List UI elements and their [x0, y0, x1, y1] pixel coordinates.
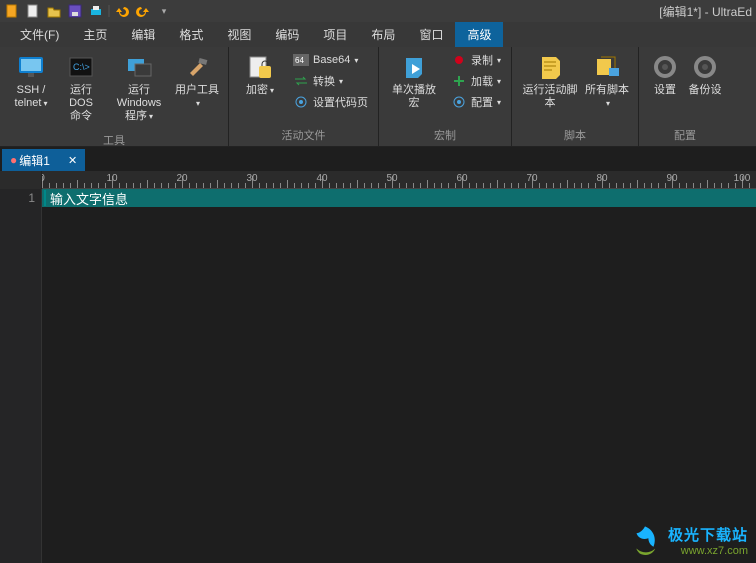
- scroll-run-icon: [536, 53, 564, 81]
- menu-home[interactable]: 主页: [71, 22, 119, 47]
- ribbon-group-tools: SSH / telnet C:\> 运行 DOS 命令 运行 Windows 程…: [0, 47, 229, 146]
- base64-icon: 64: [293, 52, 309, 68]
- qat-dropdown-icon[interactable]: ▾: [155, 2, 173, 20]
- close-tab-icon[interactable]: ✕: [68, 154, 77, 167]
- new-doc-icon[interactable]: [24, 2, 42, 20]
- menu-edit[interactable]: 编辑: [119, 22, 167, 47]
- configure-button[interactable]: 配置▾: [447, 92, 505, 112]
- group-title-tools: 工具: [0, 130, 228, 151]
- ruler-row: 0102030405060708090100110: [0, 171, 756, 189]
- menu-layout[interactable]: 布局: [359, 22, 407, 47]
- gear-icon: [293, 94, 309, 110]
- undo-icon[interactable]: [113, 2, 131, 20]
- scroll-play-icon: [400, 53, 428, 81]
- title-bar: ▾ [编辑1*] - UltraEd: [0, 0, 756, 22]
- document-tab[interactable]: ●编辑1 ✕: [2, 149, 85, 171]
- scroll-all-icon: [593, 53, 621, 81]
- group-title-config: 配置: [639, 125, 731, 146]
- plus-icon: [451, 73, 467, 89]
- svg-text:64: 64: [295, 56, 304, 65]
- cmd-icon: C:\>: [67, 53, 95, 81]
- menu-encoding[interactable]: 编码: [263, 22, 311, 47]
- redo-icon[interactable]: [134, 2, 152, 20]
- divider: [108, 2, 110, 20]
- ruler: 0102030405060708090100110: [42, 171, 756, 189]
- backup-settings-button[interactable]: 备份设: [685, 50, 725, 100]
- ruler-label: 40: [316, 173, 327, 184]
- ruler-label: 10: [106, 173, 117, 184]
- modified-dot-icon: ●: [10, 153, 17, 167]
- ruler-label: 80: [596, 173, 607, 184]
- group-title-activefile: 活动文件: [229, 125, 378, 146]
- user-tools-button[interactable]: 用户工具: [172, 50, 222, 113]
- ruler-label: 90: [666, 173, 677, 184]
- gear2-icon: [451, 94, 467, 110]
- run-windows-button[interactable]: 运行 Windows 程序: [106, 50, 172, 127]
- group-title-script: 脚本: [512, 125, 638, 146]
- play-macro-button[interactable]: 单次播放宏: [385, 50, 443, 113]
- open-folder-icon[interactable]: [45, 2, 63, 20]
- lock-icon: [246, 53, 274, 81]
- group-title-macro: 宏制: [379, 125, 511, 146]
- editor[interactable]: 输入文字信息: [42, 189, 756, 563]
- svg-text:C:\>: C:\>: [73, 62, 90, 72]
- windows-run-icon: [125, 53, 153, 81]
- ribbon-group-activefile: 加密 64Base64▾ 转换▾ 设置代码页 活动文件: [229, 47, 379, 146]
- ruler-label: 70: [526, 173, 537, 184]
- codepage-button[interactable]: 设置代码页: [289, 92, 372, 112]
- gutter-spacer: [0, 171, 42, 189]
- base64-button[interactable]: 64Base64▾: [289, 50, 372, 70]
- document-tab-row: ●编辑1 ✕: [0, 147, 756, 171]
- gear-big2-icon: [691, 53, 719, 81]
- cursor: [44, 190, 46, 206]
- save-icon[interactable]: [66, 2, 84, 20]
- menu-advanced[interactable]: 高级: [455, 22, 503, 47]
- run-dos-button[interactable]: C:\> 运行 DOS 命令: [56, 50, 106, 127]
- quick-access-toolbar: ▾: [0, 2, 173, 20]
- ribbon-group-script: 运行活动脚本 所有脚本 脚本: [512, 47, 639, 146]
- ruler-label: 30: [246, 173, 257, 184]
- ruler-label: 100: [734, 173, 751, 184]
- line-gutter: 1: [0, 189, 42, 563]
- ribbon-group-config: 设置 备份设 配置: [639, 47, 731, 146]
- record-button[interactable]: 录制▾: [447, 50, 505, 70]
- all-scripts-button[interactable]: 所有脚本: [582, 50, 632, 113]
- ssh-telnet-button[interactable]: SSH / telnet: [6, 50, 56, 113]
- monitor-icon: [17, 53, 45, 81]
- file-icon[interactable]: [3, 2, 21, 20]
- menu-file[interactable]: 文件(F): [8, 22, 71, 47]
- watermark-logo-icon: [628, 523, 662, 557]
- ruler-label: 0: [42, 173, 45, 184]
- window-title: [编辑1*] - UltraEd: [659, 3, 756, 20]
- ruler-label: 20: [176, 173, 187, 184]
- editor-text: 输入文字信息: [50, 189, 128, 208]
- gear-big-icon: [651, 53, 679, 81]
- editor-area: 1 输入文字信息: [0, 189, 756, 563]
- menu-project[interactable]: 项目: [311, 22, 359, 47]
- menu-format[interactable]: 格式: [167, 22, 215, 47]
- convert-icon: [293, 73, 309, 89]
- menu-bar: 文件(F) 主页 编辑 格式 视图 编码 项目 布局 窗口 高级: [0, 22, 756, 47]
- menu-window[interactable]: 窗口: [407, 22, 455, 47]
- hammer-icon: [183, 53, 211, 81]
- current-line: 输入文字信息: [42, 189, 756, 207]
- menu-view[interactable]: 视图: [215, 22, 263, 47]
- watermark: 极光下载站 www.xz7.com: [628, 523, 748, 557]
- ruler-label: 60: [456, 173, 467, 184]
- ruler-label: 50: [386, 173, 397, 184]
- settings-button[interactable]: 设置: [645, 50, 685, 100]
- line-number: 1: [0, 191, 35, 205]
- document-tab-label: 编辑1: [19, 152, 50, 169]
- watermark-url: www.xz7.com: [668, 545, 748, 557]
- encrypt-button[interactable]: 加密: [235, 50, 285, 100]
- run-active-script-button[interactable]: 运行活动脚本: [518, 50, 582, 113]
- ribbon-group-macro: 单次播放宏 录制▾ 加载▾ 配置▾ 宏制: [379, 47, 512, 146]
- record-icon: [451, 52, 467, 68]
- print-icon[interactable]: [87, 2, 105, 20]
- load-button[interactable]: 加载▾: [447, 71, 505, 91]
- convert-button[interactable]: 转换▾: [289, 71, 372, 91]
- ribbon: SSH / telnet C:\> 运行 DOS 命令 运行 Windows 程…: [0, 47, 756, 147]
- watermark-title: 极光下载站: [668, 524, 748, 545]
